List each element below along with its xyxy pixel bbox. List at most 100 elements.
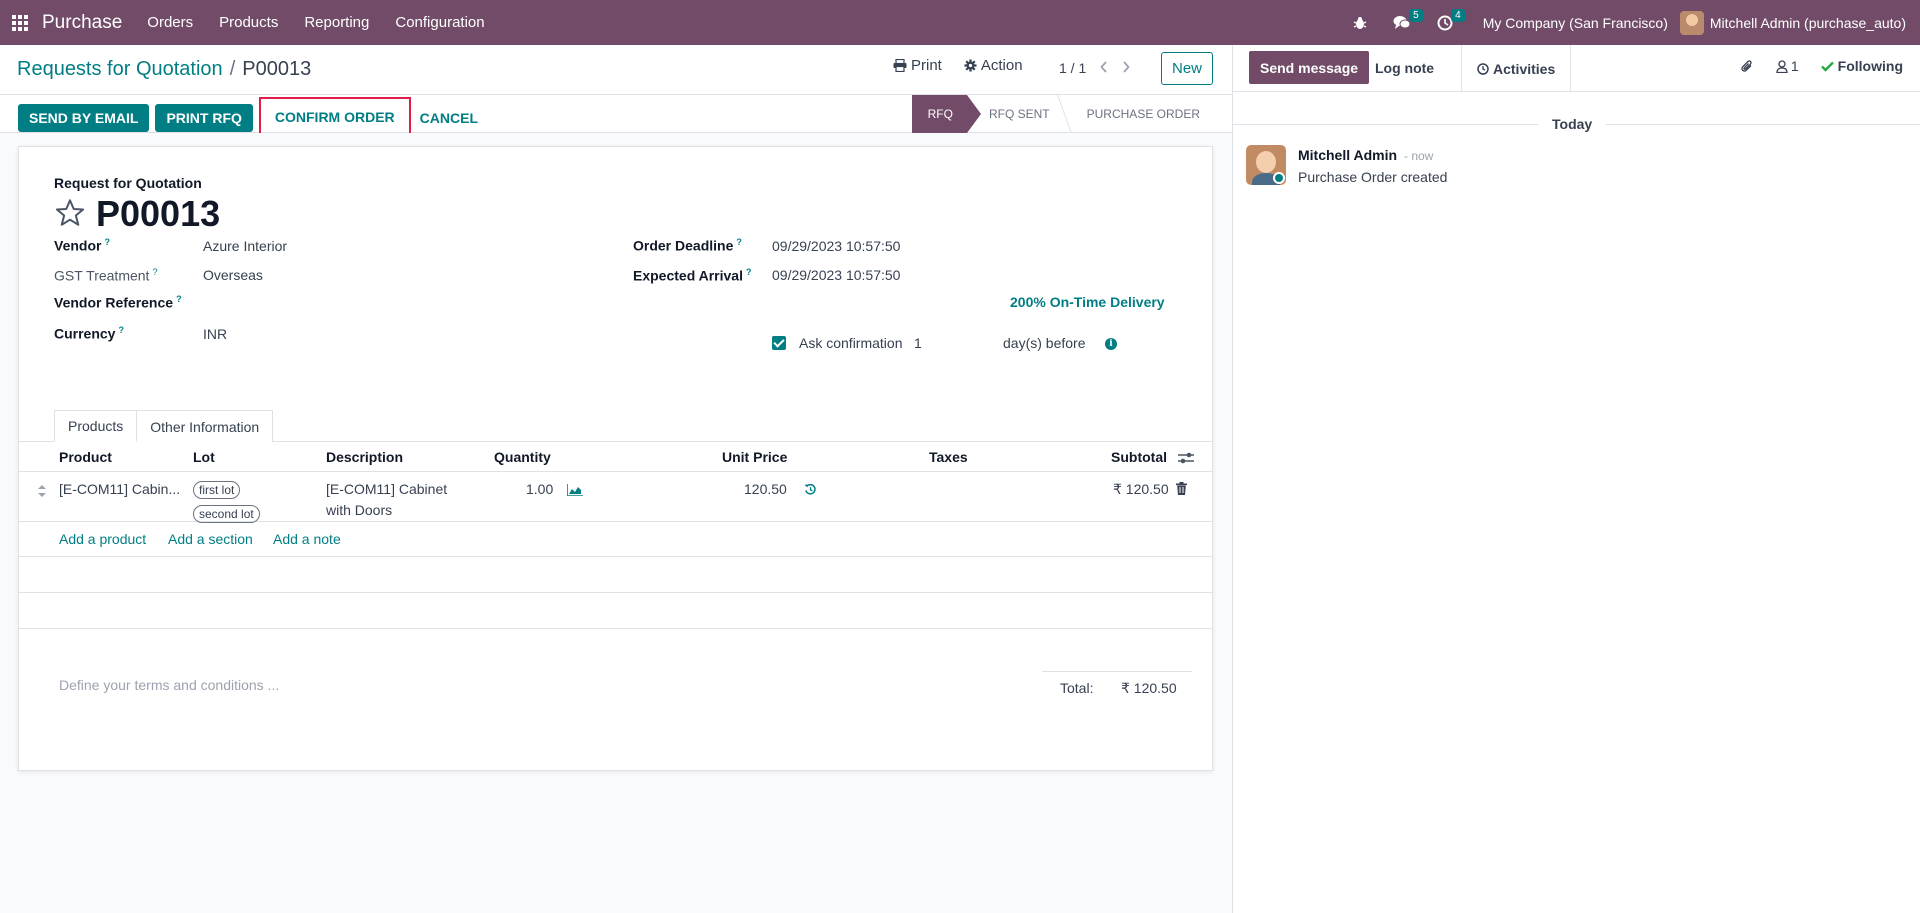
form-area: Request for Quotation P00013 Vendor? Azu… <box>0 133 1232 913</box>
order-deadline-field[interactable]: 09/29/2023 10:57:50 <box>772 238 900 254</box>
cancel-button[interactable]: CANCEL <box>411 104 487 132</box>
tab-products[interactable]: Products <box>54 410 138 442</box>
menu-reporting[interactable]: Reporting <box>291 0 382 45</box>
terms-input[interactable]: Define your terms and conditions ... <box>59 677 279 693</box>
add-product-link[interactable]: Add a product <box>59 531 146 547</box>
ask-confirmation-checkbox[interactable] <box>772 336 786 350</box>
empty-row <box>19 557 1212 593</box>
app-name[interactable]: Purchase <box>42 12 122 34</box>
ask-confirmation-days-field[interactable]: 1 <box>914 335 922 351</box>
user-avatar <box>1679 10 1704 35</box>
message-body: Purchase Order created <box>1298 169 1448 185</box>
vendor-reference-field[interactable] <box>203 294 503 312</box>
add-section-link[interactable]: Add a section <box>168 531 253 547</box>
info-icon[interactable]: i <box>1105 338 1117 350</box>
column-description[interactable]: Description <box>326 449 403 465</box>
attachment-paperclip-icon[interactable] <box>1740 59 1754 74</box>
pager: 1 / 1 <box>1059 60 1130 76</box>
pager-next-icon[interactable] <box>1122 60 1130 76</box>
drag-handle-icon[interactable] <box>38 484 46 500</box>
add-line-row: Add a product Add a section Add a note <box>19 522 1212 557</box>
on-time-delivery-button[interactable]: 200% On-Time Delivery <box>1010 294 1165 310</box>
gst-treatment-field[interactable]: Overseas <box>203 267 263 283</box>
help-icon[interactable]: ? <box>176 294 182 304</box>
column-lot[interactable]: Lot <box>193 449 215 465</box>
print-icon <box>893 59 907 72</box>
currency-label: Currency? <box>54 325 124 342</box>
stage-rfq-sent[interactable]: RFQ SENT <box>967 95 1064 133</box>
send-by-email-button[interactable]: SEND BY EMAIL <box>18 104 150 132</box>
star-icon[interactable] <box>54 197 86 232</box>
messages-icon[interactable]: 5 <box>1383 0 1423 45</box>
confirm-order-button[interactable]: CONFIRM ORDER <box>258 97 411 137</box>
tab-other-information[interactable]: Other Information <box>137 410 274 442</box>
messages-badge: 5 <box>1409 9 1423 22</box>
following-button[interactable]: Following <box>1820 58 1903 74</box>
control-panel: Requests for Quotation / P00013 Print Ac… <box>0 45 1232 95</box>
apps-menu-icon[interactable] <box>0 0 40 45</box>
table-row[interactable]: [E-COM11] Cabin... first lot second lot … <box>19 472 1212 523</box>
activities-badge: 4 <box>1451 9 1465 22</box>
menu-orders[interactable]: Orders <box>134 0 206 45</box>
unit-price-cell[interactable]: 120.50 <box>744 481 787 497</box>
gst-treatment-label: GST Treatment? <box>54 267 158 284</box>
column-unit-price[interactable]: Unit Price <box>722 449 787 465</box>
column-quantity[interactable]: Quantity <box>494 449 551 465</box>
currency-field[interactable]: INR <box>203 326 227 342</box>
lot-tag[interactable]: first lot <box>193 481 241 499</box>
menu-configuration[interactable]: Configuration <box>382 0 497 45</box>
help-icon[interactable]: ? <box>736 237 742 247</box>
reset-price-icon[interactable] <box>804 483 817 499</box>
menu-products[interactable]: Products <box>206 0 291 45</box>
document-type: Request for Quotation <box>54 175 202 191</box>
description-line[interactable]: [E-COM11] Cabinet <box>326 481 447 497</box>
message-author[interactable]: Mitchell Admin <box>1298 147 1397 163</box>
chatter-panel: Send message Log note Activities 1 Follo… <box>1232 45 1920 913</box>
followers-button[interactable]: 1 <box>1776 58 1799 74</box>
column-product[interactable]: Product <box>59 449 112 465</box>
chatter-topbar: Send message Log note Activities 1 Follo… <box>1233 45 1920 92</box>
pager-value[interactable]: 1 / 1 <box>1059 60 1086 76</box>
breadcrumb-separator: / <box>229 58 236 80</box>
total-divider <box>1042 671 1192 672</box>
new-button[interactable]: New <box>1161 52 1213 85</box>
stage-rfq[interactable]: RFQ <box>911 95 982 133</box>
column-subtotal[interactable]: Subtotal <box>1111 449 1167 465</box>
company-switcher[interactable]: My Company (San Francisco) <box>1463 15 1680 31</box>
form-sheet: Request for Quotation P00013 Vendor? Azu… <box>18 146 1213 771</box>
vendor-field[interactable]: Azure Interior <box>203 238 287 254</box>
message-time: - now <box>1404 149 1434 163</box>
print-button[interactable]: Print <box>893 57 942 74</box>
optional-columns-icon[interactable] <box>1178 451 1194 467</box>
product-cell[interactable]: [E-COM11] Cabin... <box>59 481 180 497</box>
pager-prev-icon[interactable] <box>1100 60 1108 76</box>
lot-tag[interactable]: second lot <box>193 505 260 523</box>
status-bar: SEND BY EMAIL PRINT RFQ CONFIRM ORDER CA… <box>0 95 1232 137</box>
expected-arrival-field[interactable]: 09/29/2023 10:57:50 <box>772 267 900 283</box>
help-icon[interactable]: ? <box>152 267 157 277</box>
empty-row <box>19 593 1212 629</box>
breadcrumb-parent-link[interactable]: Requests for Quotation <box>17 58 223 81</box>
clock-icon <box>1477 62 1489 75</box>
send-message-button[interactable]: Send message <box>1249 51 1370 84</box>
user-menu[interactable]: Mitchell Admin (purchase_auto) <box>1679 10 1920 35</box>
help-icon[interactable]: ? <box>104 237 110 247</box>
print-rfq-button[interactable]: PRINT RFQ <box>155 104 253 132</box>
stage-purchase-order[interactable]: PURCHASE ORDER <box>1065 95 1214 133</box>
activities-clock-icon[interactable]: 4 <box>1427 0 1465 45</box>
days-before-label: day(s) before <box>1003 335 1086 351</box>
log-note-button[interactable]: Log note <box>1363 51 1446 84</box>
quantity-cell[interactable]: 1.00 <box>526 481 553 497</box>
trash-icon[interactable] <box>1176 482 1187 498</box>
help-icon[interactable]: ? <box>746 267 752 277</box>
activities-button[interactable]: Activities <box>1461 45 1572 92</box>
column-taxes[interactable]: Taxes <box>929 449 968 465</box>
help-icon[interactable]: ? <box>118 325 124 335</box>
forecast-chart-icon[interactable] <box>566 483 583 499</box>
description-line[interactable]: with Doors <box>326 502 392 518</box>
debug-bug-icon[interactable] <box>1343 0 1377 45</box>
add-note-link[interactable]: Add a note <box>273 531 341 547</box>
subtotal-cell: ₹ 120.50 <box>1113 481 1169 497</box>
total-label: Total: <box>1060 680 1094 696</box>
action-button[interactable]: Action <box>964 57 1023 74</box>
